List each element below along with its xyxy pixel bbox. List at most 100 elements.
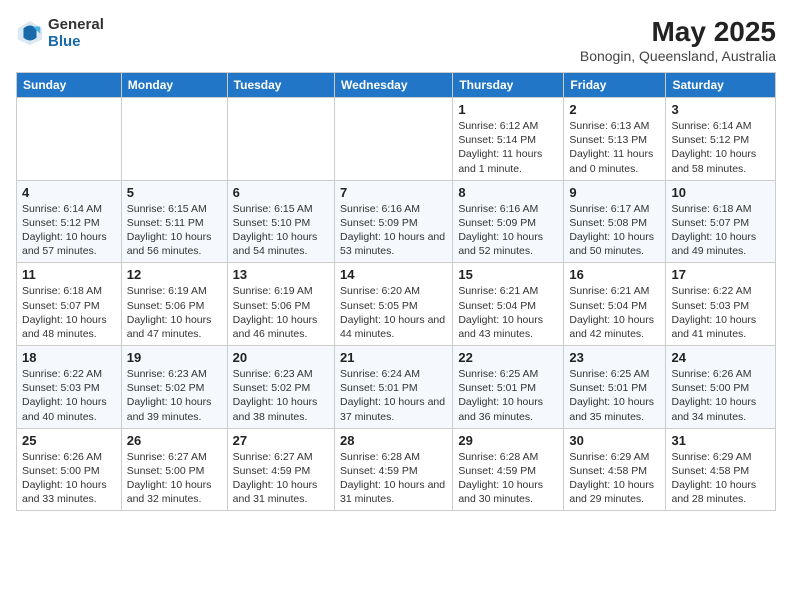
- calendar-week-row: 11Sunrise: 6:18 AM Sunset: 5:07 PM Dayli…: [17, 263, 776, 346]
- day-number: 11: [22, 267, 116, 282]
- day-content: Sunrise: 6:29 AM Sunset: 4:58 PM Dayligh…: [671, 450, 770, 507]
- calendar-cell: 29 Sunrise: 6:28 AM Sunset: 4:59 PM Dayli…: [453, 428, 564, 511]
- day-content: Sunrise: 6:16 AM Sunset: 5:09 PM Dayligh…: [340, 202, 447, 259]
- calendar-cell: 5 Sunrise: 6:15 AM Sunset: 5:11 PM Daylig…: [121, 180, 227, 263]
- day-content: Sunrise: 6:23 AM Sunset: 5:02 PM Dayligh…: [127, 367, 222, 424]
- calendar-cell: 28 Sunrise: 6:28 AM Sunset: 4:59 PM Dayli…: [335, 428, 453, 511]
- day-content: Sunrise: 6:19 AM Sunset: 5:06 PM Dayligh…: [233, 284, 329, 341]
- page-header: General Blue May 2025 Bonogin, Queenslan…: [16, 16, 776, 64]
- day-header-sunday: Sunday: [17, 73, 122, 98]
- calendar-cell: 20Sunrise: 6:23 AM Sunset: 5:02 PM Dayli…: [227, 346, 334, 429]
- calendar-cell: 7 Sunrise: 6:16 AM Sunset: 5:09 PM Daylig…: [335, 180, 453, 263]
- day-number: 12: [127, 267, 222, 282]
- day-header-friday: Friday: [564, 73, 666, 98]
- day-content: Sunrise: 6:29 AM Sunset: 4:58 PM Dayligh…: [569, 450, 660, 507]
- day-content: Sunrise: 6:24 AM Sunset: 5:01 PM Dayligh…: [340, 367, 447, 424]
- calendar-cell: 3Sunrise: 6:14 AM Sunset: 5:12 PM Daylig…: [666, 98, 776, 181]
- day-header-tuesday: Tuesday: [227, 73, 334, 98]
- day-header-monday: Monday: [121, 73, 227, 98]
- day-number: 23: [569, 350, 660, 365]
- day-number: 2: [569, 102, 660, 117]
- day-number: 17: [671, 267, 770, 282]
- day-content: Sunrise: 6:22 AM Sunset: 5:03 PM Dayligh…: [671, 284, 770, 341]
- calendar-cell: 14Sunrise: 6:20 AM Sunset: 5:05 PM Dayli…: [335, 263, 453, 346]
- calendar-cell: 21 Sunrise: 6:24 AM Sunset: 5:01 PM Dayli…: [335, 346, 453, 429]
- calendar-cell: 2 Sunrise: 6:13 AM Sunset: 5:13 PM Daylig…: [564, 98, 666, 181]
- calendar-cell: 31 Sunrise: 6:29 AM Sunset: 4:58 PM Dayli…: [666, 428, 776, 511]
- day-number: 25: [22, 433, 116, 448]
- day-content: Sunrise: 6:15 AM Sunset: 5:11 PM Dayligh…: [127, 202, 222, 259]
- calendar-week-row: 4 Sunrise: 6:14 AM Sunset: 5:12 PM Daylig…: [17, 180, 776, 263]
- calendar-cell: 25 Sunrise: 6:26 AM Sunset: 5:00 PM Dayli…: [17, 428, 122, 511]
- day-content: Sunrise: 6:18 AM Sunset: 5:07 PM Dayligh…: [671, 202, 770, 259]
- day-number: 21: [340, 350, 447, 365]
- calendar-week-row: 25 Sunrise: 6:26 AM Sunset: 5:00 PM Dayli…: [17, 428, 776, 511]
- calendar-cell: [335, 98, 453, 181]
- day-number: 1: [458, 102, 558, 117]
- logo-text: General Blue: [48, 16, 104, 50]
- day-content: Sunrise: 6:25 AM Sunset: 5:01 PM Dayligh…: [458, 367, 558, 424]
- day-content: Sunrise: 6:25 AM Sunset: 5:01 PM Dayligh…: [569, 367, 660, 424]
- calendar-cell: 15 Sunrise: 6:21 AM Sunset: 5:04 PM Dayli…: [453, 263, 564, 346]
- day-number: 22: [458, 350, 558, 365]
- month-year-title: May 2025: [580, 16, 776, 48]
- calendar-cell: 1Sunrise: 6:12 AM Sunset: 5:14 PM Daylig…: [453, 98, 564, 181]
- day-number: 9: [569, 185, 660, 200]
- day-number: 28: [340, 433, 447, 448]
- calendar-week-row: 1Sunrise: 6:12 AM Sunset: 5:14 PM Daylig…: [17, 98, 776, 181]
- day-number: 7: [340, 185, 447, 200]
- calendar-cell: 19 Sunrise: 6:23 AM Sunset: 5:02 PM Dayli…: [121, 346, 227, 429]
- calendar-cell: 13Sunrise: 6:19 AM Sunset: 5:06 PM Dayli…: [227, 263, 334, 346]
- day-number: 16: [569, 267, 660, 282]
- day-number: 8: [458, 185, 558, 200]
- day-number: 3: [671, 102, 770, 117]
- calendar-cell: 30 Sunrise: 6:29 AM Sunset: 4:58 PM Dayli…: [564, 428, 666, 511]
- calendar-cell: 8 Sunrise: 6:16 AM Sunset: 5:09 PM Daylig…: [453, 180, 564, 263]
- day-number: 24: [671, 350, 770, 365]
- location-subtitle: Bonogin, Queensland, Australia: [580, 48, 776, 64]
- day-number: 19: [127, 350, 222, 365]
- calendar-cell: [227, 98, 334, 181]
- day-number: 29: [458, 433, 558, 448]
- day-number: 31: [671, 433, 770, 448]
- day-header-saturday: Saturday: [666, 73, 776, 98]
- day-content: Sunrise: 6:21 AM Sunset: 5:04 PM Dayligh…: [569, 284, 660, 341]
- day-header-thursday: Thursday: [453, 73, 564, 98]
- day-number: 27: [233, 433, 329, 448]
- calendar-cell: 4 Sunrise: 6:14 AM Sunset: 5:12 PM Daylig…: [17, 180, 122, 263]
- day-content: Sunrise: 6:27 AM Sunset: 4:59 PM Dayligh…: [233, 450, 329, 507]
- calendar-cell: 18Sunrise: 6:22 AM Sunset: 5:03 PM Dayli…: [17, 346, 122, 429]
- logo: General Blue: [16, 16, 104, 50]
- day-content: Sunrise: 6:15 AM Sunset: 5:10 PM Dayligh…: [233, 202, 329, 259]
- calendar-cell: 11Sunrise: 6:18 AM Sunset: 5:07 PM Dayli…: [17, 263, 122, 346]
- day-content: Sunrise: 6:14 AM Sunset: 5:12 PM Dayligh…: [22, 202, 116, 259]
- calendar-cell: 9Sunrise: 6:17 AM Sunset: 5:08 PM Daylig…: [564, 180, 666, 263]
- day-number: 10: [671, 185, 770, 200]
- day-number: 14: [340, 267, 447, 282]
- calendar-cell: [121, 98, 227, 181]
- calendar-cell: 6Sunrise: 6:15 AM Sunset: 5:10 PM Daylig…: [227, 180, 334, 263]
- day-content: Sunrise: 6:21 AM Sunset: 5:04 PM Dayligh…: [458, 284, 558, 341]
- calendar-cell: [17, 98, 122, 181]
- day-content: Sunrise: 6:26 AM Sunset: 5:00 PM Dayligh…: [671, 367, 770, 424]
- day-content: Sunrise: 6:28 AM Sunset: 4:59 PM Dayligh…: [340, 450, 447, 507]
- logo-blue: Blue: [48, 33, 104, 50]
- calendar-cell: 12 Sunrise: 6:19 AM Sunset: 5:06 PM Dayli…: [121, 263, 227, 346]
- calendar-cell: 10 Sunrise: 6:18 AM Sunset: 5:07 PM Dayli…: [666, 180, 776, 263]
- calendar-cell: 26Sunrise: 6:27 AM Sunset: 5:00 PM Dayli…: [121, 428, 227, 511]
- day-number: 4: [22, 185, 116, 200]
- day-number: 5: [127, 185, 222, 200]
- day-content: Sunrise: 6:13 AM Sunset: 5:13 PM Dayligh…: [569, 119, 660, 176]
- day-content: Sunrise: 6:28 AM Sunset: 4:59 PM Dayligh…: [458, 450, 558, 507]
- day-content: Sunrise: 6:26 AM Sunset: 5:00 PM Dayligh…: [22, 450, 116, 507]
- day-content: Sunrise: 6:22 AM Sunset: 5:03 PM Dayligh…: [22, 367, 116, 424]
- calendar-cell: 17 Sunrise: 6:22 AM Sunset: 5:03 PM Dayli…: [666, 263, 776, 346]
- day-header-wednesday: Wednesday: [335, 73, 453, 98]
- calendar-cell: 16 Sunrise: 6:21 AM Sunset: 5:04 PM Dayli…: [564, 263, 666, 346]
- calendar-cell: 23 Sunrise: 6:25 AM Sunset: 5:01 PM Dayli…: [564, 346, 666, 429]
- day-number: 15: [458, 267, 558, 282]
- day-content: Sunrise: 6:16 AM Sunset: 5:09 PM Dayligh…: [458, 202, 558, 259]
- day-content: Sunrise: 6:19 AM Sunset: 5:06 PM Dayligh…: [127, 284, 222, 341]
- calendar-cell: 24 Sunrise: 6:26 AM Sunset: 5:00 PM Dayli…: [666, 346, 776, 429]
- day-number: 30: [569, 433, 660, 448]
